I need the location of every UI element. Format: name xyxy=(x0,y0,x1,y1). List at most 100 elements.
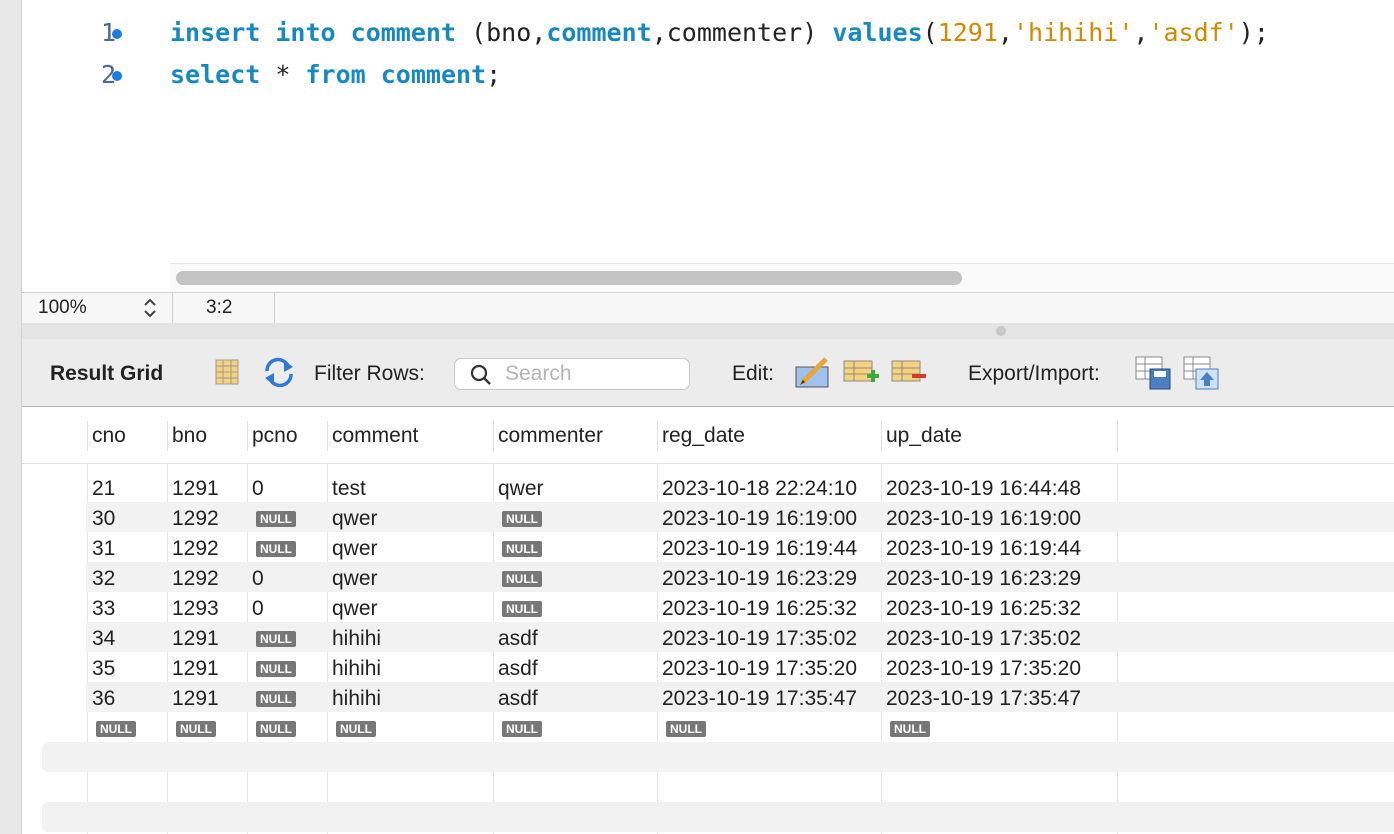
table-row[interactable]: NULL NULL NULL NULL NULL NULL NULL xyxy=(22,712,1394,742)
cell-commenter[interactable]: qwer xyxy=(498,477,544,501)
row-selector[interactable] xyxy=(42,622,86,652)
export-icon[interactable] xyxy=(1134,355,1171,390)
cell-pcno[interactable]: NULL xyxy=(256,657,296,681)
cell-commenter[interactable]: NULL xyxy=(502,717,542,741)
editor-horizontal-scrollbar[interactable] xyxy=(170,263,1394,292)
cell-reg_date[interactable]: 2023-10-19 17:35:02 xyxy=(662,627,857,651)
cell-comment[interactable]: hihihi xyxy=(332,627,381,651)
row-selector[interactable] xyxy=(42,712,86,742)
cell-commenter[interactable]: asdf xyxy=(498,657,538,681)
row-selector[interactable] xyxy=(42,592,86,622)
column-header-comment[interactable]: comment xyxy=(332,424,418,448)
cell-reg_date[interactable]: 2023-10-19 16:19:00 xyxy=(662,507,857,531)
search-input[interactable] xyxy=(505,362,675,386)
cell-pcno[interactable]: NULL xyxy=(256,507,296,531)
row-selector[interactable] xyxy=(42,682,86,712)
header-divider[interactable] xyxy=(167,421,168,451)
table-row[interactable]: 33 1293 0 qwer NULL 2023-10-19 16:25:32 2023-1… xyxy=(22,592,1394,622)
row-selector[interactable] xyxy=(42,502,86,532)
cell-comment[interactable]: qwer xyxy=(332,567,378,591)
column-header-commenter[interactable]: commenter xyxy=(498,424,603,448)
code-line[interactable]: 2 select * from comment; xyxy=(22,57,1394,93)
cell-reg_date[interactable]: 2023-10-19 16:23:29 xyxy=(662,567,857,591)
header-divider[interactable] xyxy=(1117,421,1118,451)
scrollbar-thumb[interactable] xyxy=(176,271,962,285)
cell-reg_date[interactable]: 2023-10-18 22:24:10 xyxy=(662,477,857,501)
cell-comment[interactable]: hihihi xyxy=(332,657,381,681)
cell-reg_date[interactable]: 2023-10-19 17:35:20 xyxy=(662,657,857,681)
cell-cno[interactable]: 31 xyxy=(92,537,115,561)
sql-editor[interactable]: 1 insert into comment (bno,comment,commen… xyxy=(22,0,1394,292)
cell-pcno[interactable]: NULL xyxy=(256,537,296,561)
cell-reg_date[interactable]: 2023-10-19 16:19:44 xyxy=(662,537,857,561)
cell-cno[interactable]: 21 xyxy=(92,477,115,501)
splitter-handle[interactable] xyxy=(996,326,1006,336)
cell-cno[interactable]: 32 xyxy=(92,567,115,591)
cell-commenter[interactable]: NULL xyxy=(502,597,542,621)
delete-row-icon[interactable] xyxy=(890,357,926,387)
result-grid[interactable]: cno bno pcno comment commenter reg_date up_dat… xyxy=(22,407,1394,834)
cell-comment[interactable]: test xyxy=(332,477,366,501)
add-row-icon[interactable] xyxy=(842,357,879,387)
cell-pcno[interactable]: NULL xyxy=(256,717,296,741)
cell-commenter[interactable]: NULL xyxy=(502,507,542,531)
cell-reg_date[interactable]: NULL xyxy=(666,717,706,741)
header-divider[interactable] xyxy=(87,421,88,451)
zoom-level[interactable]: 100% xyxy=(38,297,87,319)
cell-bno[interactable]: 1291 xyxy=(172,477,219,501)
grid-view-icon[interactable] xyxy=(212,357,242,387)
zoom-stepper-icon[interactable] xyxy=(142,296,158,320)
cell-pcno[interactable]: NULL xyxy=(256,687,296,711)
cell-up_date[interactable]: 2023-10-19 16:19:44 xyxy=(886,537,1081,561)
cell-cno[interactable]: 36 xyxy=(92,687,115,711)
cell-cno[interactable]: NULL xyxy=(96,717,136,741)
cell-commenter[interactable]: NULL xyxy=(502,537,542,561)
column-header-up_date[interactable]: up_date xyxy=(886,424,962,448)
cell-up_date[interactable]: NULL xyxy=(890,717,930,741)
table-row[interactable]: 31 1292 NULL qwer NULL 2023-10-19 16:19:44 202… xyxy=(22,532,1394,562)
code-line[interactable]: 1 insert into comment (bno,comment,commen… xyxy=(22,15,1394,51)
cell-reg_date[interactable]: 2023-10-19 16:25:32 xyxy=(662,597,857,621)
cell-bno[interactable]: 1292 xyxy=(172,537,219,561)
cell-pcno[interactable]: 0 xyxy=(252,567,264,591)
cell-up_date[interactable]: 2023-10-19 16:23:29 xyxy=(886,567,1081,591)
code-text[interactable]: select * from comment; xyxy=(170,57,501,93)
row-selector[interactable] xyxy=(42,532,86,562)
column-header-reg_date[interactable]: reg_date xyxy=(662,424,745,448)
cell-pcno[interactable]: 0 xyxy=(252,477,264,501)
cell-comment[interactable]: hihihi xyxy=(332,687,381,711)
cell-bno[interactable]: 1291 xyxy=(172,687,219,711)
table-row[interactable]: 36 1291 NULL hihihi asdf 2023-10-19 17:35:47 2… xyxy=(22,682,1394,712)
cell-reg_date[interactable]: 2023-10-19 17:35:47 xyxy=(662,687,857,711)
header-divider[interactable] xyxy=(657,421,658,451)
header-divider[interactable] xyxy=(493,421,494,451)
header-divider[interactable] xyxy=(327,421,328,451)
cell-comment[interactable]: qwer xyxy=(332,507,378,531)
cell-bno[interactable]: 1292 xyxy=(172,567,219,591)
import-icon[interactable] xyxy=(1182,355,1219,390)
table-row[interactable]: 35 1291 NULL hihihi asdf 2023-10-19 17:35:20 2… xyxy=(22,652,1394,682)
cell-cno[interactable]: 35 xyxy=(92,657,115,681)
cell-comment[interactable]: qwer xyxy=(332,597,378,621)
column-header-pcno[interactable]: pcno xyxy=(252,424,298,448)
table-row[interactable]: 34 1291 NULL hihihi asdf 2023-10-19 17:35:02 2… xyxy=(22,622,1394,652)
edit-cell-icon[interactable] xyxy=(794,355,829,388)
cell-comment[interactable]: qwer xyxy=(332,537,378,561)
cell-bno[interactable]: 1292 xyxy=(172,507,219,531)
pane-splitter[interactable] xyxy=(22,323,1394,339)
cell-comment[interactable]: NULL xyxy=(336,717,376,741)
cell-commenter[interactable]: asdf xyxy=(498,687,538,711)
cell-pcno[interactable]: NULL xyxy=(256,627,296,651)
cell-commenter[interactable]: asdf xyxy=(498,627,538,651)
cell-up_date[interactable]: 2023-10-19 17:35:47 xyxy=(886,687,1081,711)
table-row[interactable]: 21 1291 0 test qwer 2023-10-18 22:24:10 2023-1… xyxy=(22,472,1394,502)
column-header-cno[interactable]: cno xyxy=(92,424,126,448)
cell-up_date[interactable]: 2023-10-19 17:35:20 xyxy=(886,657,1081,681)
cell-up_date[interactable]: 2023-10-19 16:25:32 xyxy=(886,597,1081,621)
cell-bno[interactable]: 1291 xyxy=(172,627,219,651)
row-selector[interactable] xyxy=(42,562,86,592)
refresh-icon[interactable] xyxy=(262,357,293,388)
cell-up_date[interactable]: 2023-10-19 16:19:00 xyxy=(886,507,1081,531)
header-divider[interactable] xyxy=(881,421,882,451)
column-header-bno[interactable]: bno xyxy=(172,424,207,448)
